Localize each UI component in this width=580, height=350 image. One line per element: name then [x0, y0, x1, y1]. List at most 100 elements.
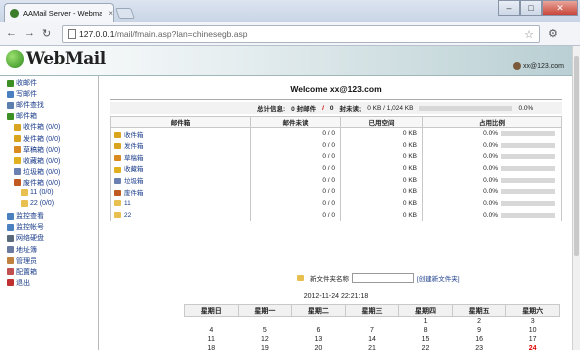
welcome-title: Welcome xx@123.com — [290, 84, 382, 94]
sidebar-item-8[interactable]: 垃圾箱 (0/0) — [14, 167, 60, 177]
sidebar-item-4[interactable]: 收件箱 (0/0) — [14, 122, 60, 132]
tab-close-icon[interactable]: × — [108, 9, 113, 18]
calendar-day — [292, 317, 346, 326]
page-icon — [68, 29, 76, 39]
forward-arrow-icon[interactable]: → — [24, 27, 35, 39]
header-bar: WebMail xx@123.com — [0, 46, 572, 76]
calendar-day[interactable]: 18 — [185, 344, 239, 350]
sidebar-item-label: 邮件箱 — [16, 113, 37, 121]
mailbox-name-cell[interactable]: 废件箱 — [110, 185, 251, 198]
sidebar-item-6[interactable]: 草稿箱 (0/0) — [14, 145, 60, 155]
calendar-day[interactable]: 16 — [452, 335, 506, 344]
wrench-menu-icon[interactable]: ⚙ — [548, 27, 558, 40]
sidebar-item-5[interactable]: 发件箱 (0/0) — [14, 134, 60, 144]
calendar-day[interactable]: 4 — [185, 326, 239, 335]
calendar-day[interactable]: 8 — [399, 326, 453, 335]
calendar-day[interactable]: 20 — [292, 344, 346, 350]
trash-icon — [14, 168, 21, 176]
drafts-icon — [14, 146, 21, 154]
sidebar-item-2[interactable]: 邮件查找 — [7, 100, 44, 110]
calendar-day[interactable]: 14 — [345, 335, 399, 344]
calendar-day[interactable]: 19 — [238, 344, 292, 350]
unread-cell: 0 / 0 — [250, 150, 341, 163]
scrollbar-thumb[interactable] — [574, 56, 579, 256]
sidebar-item-7[interactable]: 收藏箱 (0/0) — [14, 156, 60, 166]
address-bar[interactable]: 127.0.0.1/mail/fmain.asp?lan=chinesegb.a… — [62, 25, 540, 43]
calendar-weekday-header: 星期五 — [451, 304, 507, 317]
new-tab-button[interactable] — [114, 8, 136, 19]
sidebar-item-label: 发件箱 (0/0) — [23, 135, 61, 143]
create-folder-link[interactable]: [创建新文件夹] — [417, 273, 460, 283]
storage-summary: 总计信息: 0 封邮件 / 0 封未读; 0 KB / 1,024 KB 0.0… — [110, 102, 562, 114]
calendar-day[interactable]: 7 — [345, 326, 399, 335]
sidebar-item-14[interactable]: 网络硬盘 — [7, 233, 44, 243]
calendar-day[interactable]: 23 — [452, 344, 506, 350]
close-window-button[interactable]: ✕ — [542, 0, 578, 16]
calendar-day[interactable]: 10 — [506, 326, 560, 335]
table-row: 11 0 / 00 KB 0.0% — [110, 197, 562, 210]
sidebar-item-16[interactable]: 管理员 — [7, 256, 37, 266]
sidebar-item-1[interactable]: 写邮件 — [7, 89, 37, 99]
calendar-day[interactable]: 13 — [292, 335, 346, 344]
sidebar-item-label: 废件箱 (0/0) — [23, 179, 61, 187]
calendar-day[interactable]: 9 — [452, 326, 506, 335]
sidebar-item-18[interactable]: 退出 — [7, 278, 30, 288]
browser-tab[interactable]: AAMail Server - Webmail × — [4, 3, 114, 22]
logo-ball-icon — [6, 50, 24, 68]
minimize-button[interactable]: – — [498, 0, 520, 16]
calendar-day[interactable]: 3 — [506, 317, 560, 326]
size-cell: 0 KB — [340, 127, 423, 140]
sidebar-item-9[interactable]: 废件箱 (0/0) — [14, 178, 60, 188]
usage-cell: 0.0% — [422, 127, 562, 140]
size-cell: 0 KB — [340, 150, 423, 163]
calendar-day[interactable]: 6 — [292, 326, 346, 335]
usage-bar — [501, 189, 555, 195]
sidebar-item-label: 11 (0/0) — [30, 189, 54, 196]
calendar-day[interactable]: 24 — [506, 344, 560, 350]
mailbox-name-cell[interactable]: 收藏箱 — [110, 162, 251, 175]
sidebar-item-label: 22 (0/0) — [30, 200, 55, 208]
calendar-day[interactable]: 21 — [345, 344, 399, 350]
sidebar-item-15[interactable]: 地址簿 — [7, 245, 37, 255]
calendar-day[interactable]: 2 — [452, 317, 506, 326]
calendar-day[interactable]: 1 — [399, 317, 453, 326]
mailbox-icon — [114, 155, 121, 161]
table-row: 垃圾箱 0 / 00 KB 0.0% — [110, 174, 562, 186]
current-user[interactable]: xx@123.com — [513, 62, 564, 70]
page-scrollbar[interactable] — [572, 46, 580, 350]
back-arrow-icon[interactable]: ← — [6, 27, 17, 39]
new-folder-input[interactable] — [352, 273, 414, 283]
calendar-day[interactable]: 22 — [399, 344, 453, 350]
divider — [110, 99, 562, 100]
mailbox-icon — [114, 143, 121, 150]
reload-icon[interactable]: ↻ — [42, 27, 51, 40]
mailbox-name-cell[interactable]: 草稿箱 — [110, 150, 251, 163]
table-row: 收件箱 0 / 00 KB 0.0% — [110, 127, 562, 140]
inbox-download-icon — [7, 79, 14, 87]
mailbox-name-cell[interactable]: 收件箱 — [110, 127, 251, 140]
calendar-weekday-header: 星期一 — [237, 304, 293, 317]
size-cell: 0 KB — [340, 209, 423, 221]
sidebar-item-10[interactable]: 11 (0/0) — [21, 189, 54, 196]
url-text[interactable]: 127.0.0.1/mail/fmain.asp?lan=chinesegb.a… — [79, 29, 247, 39]
mailbox-name-cell[interactable]: 11 — [110, 197, 251, 210]
maximize-button[interactable]: □ — [520, 0, 542, 16]
mailbox-name-cell[interactable]: 22 — [110, 209, 251, 221]
mailbox-name-cell[interactable]: 发件箱 — [110, 139, 251, 151]
bookmark-star-icon[interactable]: ☆ — [524, 28, 534, 41]
current-datetime: 2012-11-24 22:21:18 — [303, 293, 369, 300]
calendar-day[interactable]: 5 — [238, 326, 292, 335]
calendar-weekday-header: 星期日 — [184, 304, 239, 317]
sidebar-item-3[interactable]: 邮件箱 — [7, 111, 37, 121]
sidebar-item-11[interactable]: 22 (0/0) — [21, 200, 55, 208]
calendar-day[interactable]: 11 — [185, 335, 239, 344]
calendar-day[interactable]: 17 — [506, 335, 560, 344]
sidebar-item-0[interactable]: 收邮件 — [7, 78, 37, 88]
calendar-day[interactable]: 12 — [238, 335, 292, 344]
sidebar-item-17[interactable]: 配置箱 — [7, 267, 37, 277]
sidebar-item-13[interactable]: 监控帐号 — [7, 222, 44, 232]
window-controls: – □ ✕ — [498, 0, 578, 16]
mailbox-name-cell[interactable]: 垃圾箱 — [110, 174, 251, 186]
sidebar-item-12[interactable]: 监控查看 — [7, 211, 44, 221]
calendar-day[interactable]: 15 — [399, 335, 453, 344]
